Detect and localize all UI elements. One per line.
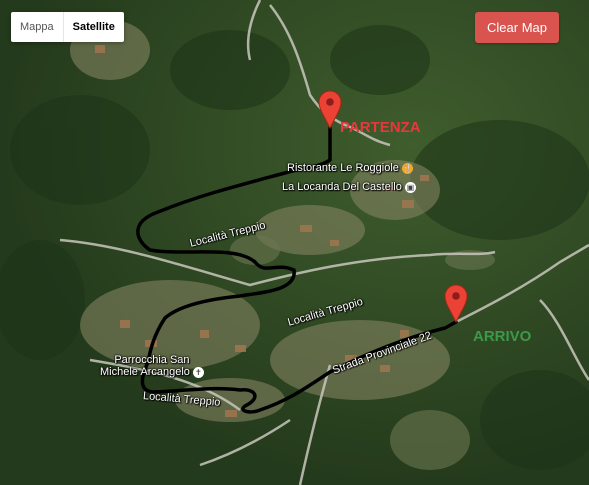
church-icon: ✝ bbox=[192, 366, 204, 378]
end-marker-label: ARRIVO bbox=[473, 328, 532, 345]
place-ristorante[interactable]: Ristorante Le Roggiole 🍴 bbox=[287, 162, 413, 174]
place-locanda-label: La Locanda Del Castello bbox=[282, 181, 402, 193]
start-marker[interactable] bbox=[318, 90, 342, 130]
map-type-satellite-button[interactable]: Satellite bbox=[64, 12, 124, 42]
end-marker[interactable] bbox=[444, 284, 468, 324]
map-markers bbox=[318, 90, 468, 324]
place-parrocchia[interactable]: Parrocchia San Michele Arcangelo ✝ bbox=[100, 354, 204, 378]
place-parrocchia-line2: Michele Arcangelo bbox=[100, 366, 190, 378]
start-marker-label: PARTENZA bbox=[340, 119, 421, 136]
place-locanda[interactable]: La Locanda Del Castello ▣ bbox=[282, 181, 416, 193]
place-ristorante-label: Ristorante Le Roggiole bbox=[287, 162, 399, 174]
map-type-mappa-button[interactable]: Mappa bbox=[11, 12, 64, 42]
map-type-control: Mappa Satellite bbox=[11, 12, 124, 42]
satellite-map[interactable]: PARTENZA ARRIVO Ristorante Le Roggiole 🍴 … bbox=[0, 0, 589, 485]
clear-map-button[interactable]: Clear Map bbox=[475, 12, 559, 43]
place-parrocchia-line1: Parrocchia San bbox=[114, 354, 190, 366]
lodging-icon: ▣ bbox=[404, 181, 416, 193]
restaurant-icon: 🍴 bbox=[401, 162, 413, 174]
